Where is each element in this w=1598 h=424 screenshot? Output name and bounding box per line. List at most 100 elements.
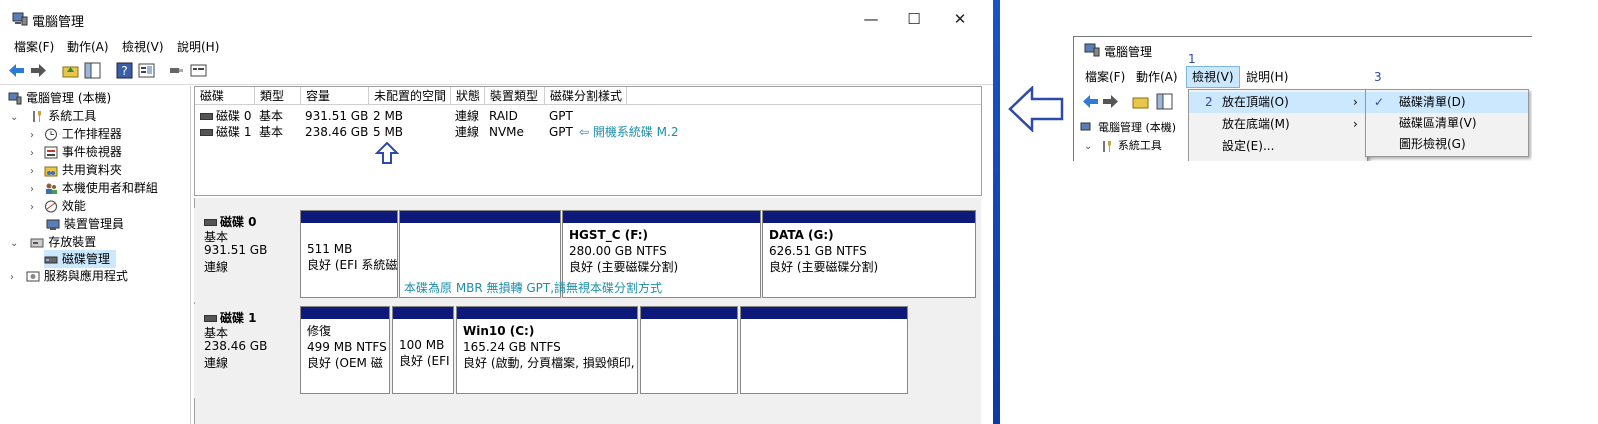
help-icon[interactable]: ? xyxy=(116,62,133,79)
tree-item-system-tools[interactable]: ⌄ 系統工具 xyxy=(10,107,96,125)
disk1-partition-recovery[interactable]: 修復 499 MB NTFS 良好 (OEM 磁 xyxy=(300,306,390,394)
chevron-right-icon[interactable]: › xyxy=(30,148,34,159)
chevron-down-icon[interactable]: ⌄ xyxy=(10,238,18,249)
disk0-partition-efi[interactable]: 511 MB 良好 (EFI 系統磁 xyxy=(300,210,398,298)
chevron-down-icon[interactable]: ⌄ xyxy=(1084,141,1092,152)
inset-menu-help[interactable]: 說明(H) xyxy=(1246,68,1288,86)
partition-status: 良好 (啟動, 分頁檔案, 損毀傾印, xyxy=(463,356,635,370)
tree-item-device-manager[interactable]: 裝置管理員 xyxy=(46,215,124,233)
column-header-unallocated[interactable]: 未配置的空間 xyxy=(369,87,451,105)
maximize-button[interactable]: ☐ xyxy=(891,0,937,38)
disk-icon xyxy=(200,113,213,120)
menu-item-settings[interactable]: 設定(E)... xyxy=(1189,136,1367,157)
column-header-status[interactable]: 狀態 xyxy=(451,87,485,105)
tree-item-services[interactable]: › 服務與應用程式 xyxy=(10,267,128,285)
tree-item-shared-folders[interactable]: › 共用資料夾 xyxy=(30,161,122,179)
chevron-right-icon[interactable]: › xyxy=(30,166,34,177)
inset-tree-root[interactable]: 電腦管理 (本機) xyxy=(1080,119,1176,137)
back-arrow-icon[interactable] xyxy=(8,62,25,79)
cell-partition-style: GPT xyxy=(549,109,573,123)
inset-menu-view[interactable]: 檢視(V) xyxy=(1186,66,1240,88)
tree-label: 存放裝置 xyxy=(48,235,97,249)
properties-icon[interactable] xyxy=(138,62,155,79)
menu-item-graphical-view[interactable]: 圖形檢視(G) xyxy=(1366,134,1528,155)
performance-icon xyxy=(44,200,57,213)
top-pane-submenu: ✓ 磁碟清單(D) 磁碟區清單(V) 圖形檢視(G) xyxy=(1365,89,1529,157)
minimize-button[interactable]: — xyxy=(848,0,894,38)
table-row[interactable]: 磁碟 1 xyxy=(200,124,251,140)
inset-menu-action[interactable]: 動作(A) xyxy=(1136,68,1178,86)
cell-disk: 磁碟 1 xyxy=(216,125,252,139)
forward-arrow-icon[interactable] xyxy=(30,62,47,79)
partition-header xyxy=(763,211,975,223)
close-button[interactable]: ✕ xyxy=(937,0,983,38)
toolbar: ? xyxy=(0,58,993,85)
column-header-type[interactable]: 類型 xyxy=(255,87,301,105)
column-header-disk[interactable]: 磁碟 xyxy=(195,87,255,105)
menu-action[interactable]: 動作(A) xyxy=(67,38,109,56)
chevron-right-icon[interactable]: › xyxy=(10,272,14,283)
column-header-device-type[interactable]: 裝置類型 xyxy=(485,87,545,105)
menu-item-label: 磁碟區清單(V) xyxy=(1399,116,1477,130)
column-header-capacity[interactable]: 容量 xyxy=(301,87,369,105)
show-hide-tree-icon[interactable] xyxy=(1156,93,1173,110)
inset-tree-system-tools[interactable]: ⌄ 系統工具 xyxy=(1084,137,1162,155)
forward-arrow-icon[interactable] xyxy=(1102,93,1119,110)
tree-item-root[interactable]: 電腦管理 (本機) xyxy=(8,89,111,107)
disk1-partition-empty-1[interactable] xyxy=(640,306,738,394)
disk0-label[interactable]: 磁碟 0 基本 931.51 GB 連線 xyxy=(194,208,298,298)
show-hide-tree-icon[interactable] xyxy=(84,62,101,79)
boot-disk-annotation: ⇦ 開機系統碟 M.2 xyxy=(579,125,679,139)
disk0-partition-data[interactable]: DATA (G:) 626.51 GB NTFS 良好 (主要磁碟分割) xyxy=(762,210,976,298)
connect-icon[interactable] xyxy=(168,62,185,79)
chevron-right-icon[interactable]: › xyxy=(30,184,34,195)
checkmark-icon: ✓ xyxy=(1374,95,1385,109)
tree-item-task-scheduler[interactable]: › 工作排程器 xyxy=(30,125,122,143)
menu-item-volume-list[interactable]: 磁碟區清單(V) xyxy=(1366,113,1528,134)
computer-management-icon xyxy=(1084,43,1100,57)
disk0-note: 本碟為原 MBR 無損轉 GPT,請無視本碟分割方式 xyxy=(404,281,663,295)
chevron-right-icon[interactable]: › xyxy=(30,202,34,213)
partition-name: Win10 (C:) xyxy=(463,324,535,338)
tree-item-performance[interactable]: › 效能 xyxy=(30,197,86,215)
column-header-filler xyxy=(627,87,981,105)
partition-status: 良好 (EFI 系 xyxy=(399,354,453,368)
column-header-partition-style[interactable]: 磁碟分割樣式 xyxy=(545,87,627,105)
menu-view[interactable]: 檢視(V) xyxy=(122,38,164,56)
partition-status: 良好 (OEM 磁 xyxy=(307,356,383,370)
back-arrow-icon[interactable] xyxy=(1082,93,1099,110)
partition-size: 100 MB xyxy=(399,338,445,352)
menu-item-label: 設定(E)... xyxy=(1222,139,1275,153)
menu-help[interactable]: 說明(H) xyxy=(177,38,219,56)
disk1-partition-efi[interactable]: 100 MB 良好 (EFI 系 xyxy=(392,306,454,394)
computer-management-icon xyxy=(12,12,28,26)
partition-header xyxy=(301,211,397,223)
menu-item-place-top[interactable]: 2 放在頂端(O) › xyxy=(1189,92,1367,113)
menu-file[interactable]: 檔案(F) xyxy=(14,38,54,56)
tree-item-storage[interactable]: ⌄ 存放裝置 xyxy=(10,233,96,251)
cell-capacity: 931.51 GB xyxy=(305,109,369,123)
disk-management-icon xyxy=(44,256,58,264)
cell-device-type: NVMe xyxy=(489,125,524,139)
disk1-partition-win10[interactable]: Win10 (C:) 165.24 GB NTFS 良好 (啟動, 分頁檔案, 損毀… xyxy=(456,306,638,394)
disk1-label[interactable]: 磁碟 1 基本 238.46 GB 連線 xyxy=(194,304,298,394)
tree-item-local-users[interactable]: › 本機使用者和群組 xyxy=(30,179,158,197)
table-row[interactable]: 磁碟 0 xyxy=(200,108,251,124)
disk-list-icon[interactable] xyxy=(190,62,207,79)
menu-item-disk-list[interactable]: ✓ 磁碟清單(D) xyxy=(1366,92,1528,113)
view-dropdown-menu: 2 放在頂端(O) › 放在底端(M) › 設定(E)... xyxy=(1188,89,1368,161)
tree-item-disk-management[interactable]: 磁碟管理 xyxy=(44,250,116,268)
partition-header xyxy=(400,211,560,223)
step-3-label: 3 xyxy=(1374,70,1382,84)
chevron-down-icon[interactable]: ⌄ xyxy=(10,112,18,123)
menu-item-place-bottom[interactable]: 放在底端(M) › xyxy=(1189,114,1367,135)
inset-menu-file[interactable]: 檔案(F) xyxy=(1085,68,1125,86)
cell-type: 基本 xyxy=(259,125,284,139)
disk1-partition-empty-2[interactable] xyxy=(740,306,908,394)
tree-item-event-viewer[interactable]: › 事件檢視器 xyxy=(30,143,122,161)
partition-header xyxy=(563,211,760,223)
chevron-right-icon[interactable]: › xyxy=(30,130,34,141)
up-folder-icon[interactable] xyxy=(62,62,79,79)
up-folder-icon[interactable] xyxy=(1132,93,1149,110)
tree-label: 系統工具 xyxy=(48,109,97,123)
